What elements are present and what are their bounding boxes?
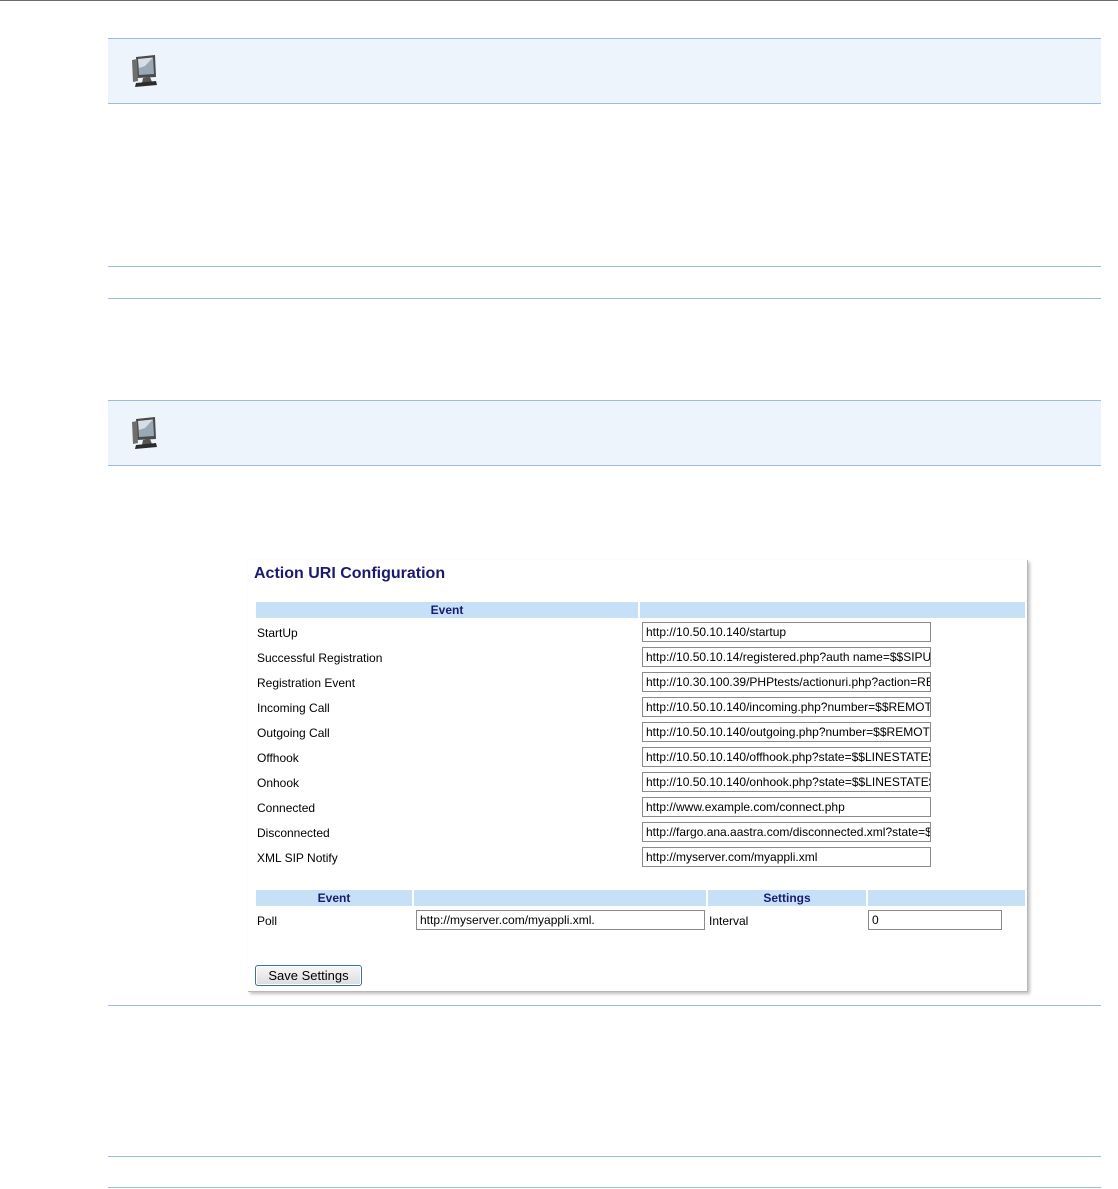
note-banner xyxy=(108,38,1101,104)
event-label-onhook: Onhook xyxy=(257,776,300,790)
value-column-header xyxy=(640,602,1025,618)
outgoing-call-uri-input[interactable]: http://10.50.10.140/outgoing.php?number=… xyxy=(642,722,931,742)
event-column-header: Event xyxy=(256,602,638,618)
note-banner xyxy=(108,400,1101,466)
divider-rule xyxy=(108,1156,1101,1157)
disconnected-uri-input[interactable]: http://fargo.ana.aastra.com/disconnected… xyxy=(642,822,931,842)
computer-monitor-icon xyxy=(132,417,157,449)
settings-value-header xyxy=(868,890,1025,906)
save-settings-button[interactable]: Save Settings xyxy=(255,965,362,986)
startup-uri-input[interactable]: http://10.50.10.140/startup xyxy=(642,622,931,642)
onhook-uri-input[interactable]: http://10.50.10.140/onhook.php?state=$$L… xyxy=(642,772,931,792)
offhook-uri-input[interactable]: http://10.50.10.140/offhook.php?state=$$… xyxy=(642,747,931,767)
connected-uri-input[interactable]: http://www.example.com/connect.php xyxy=(642,797,931,817)
action-uri-panel: Action URI Configuration Event StartUp h… xyxy=(248,560,1028,992)
xml-sip-notify-uri-input[interactable]: http://myserver.com/myappli.xml xyxy=(642,847,931,867)
event-label-registration-event: Registration Event xyxy=(257,676,356,690)
event-label-incoming-call: Incoming Call xyxy=(257,701,330,715)
poll-uri-input[interactable]: http://myserver.com/myappli.xml. xyxy=(416,910,705,930)
panel-title: Action URI Configuration xyxy=(254,565,446,582)
event-label-xml-sip-notify: XML SIP Notify xyxy=(257,851,338,865)
divider-rule xyxy=(108,266,1101,267)
divider-rule xyxy=(108,1005,1101,1006)
event-label-offhook: Offhook xyxy=(257,751,299,765)
event-label-connected: Connected xyxy=(257,801,316,815)
divider-rule xyxy=(108,298,1101,299)
poll-value-header xyxy=(414,890,706,906)
poll-label: Poll xyxy=(257,914,278,928)
computer-monitor-icon xyxy=(132,55,157,87)
successful-registration-uri-input[interactable]: http://10.50.10.14/registered.php?auth n… xyxy=(642,647,931,667)
incoming-call-uri-input[interactable]: http://10.50.10.140/incoming.php?number=… xyxy=(642,697,931,717)
event-label-outgoing-call: Outgoing Call xyxy=(257,726,330,740)
top-rule xyxy=(0,0,1118,1)
settings-header: Settings xyxy=(708,890,866,906)
event-label-startup: StartUp xyxy=(257,626,298,640)
interval-input[interactable]: 0 xyxy=(868,910,1002,930)
event-label-successful-registration: Successful Registration xyxy=(257,651,383,665)
divider-rule xyxy=(108,1187,1101,1188)
poll-event-header: Event xyxy=(256,890,412,906)
interval-label: Interval xyxy=(709,914,749,928)
event-label-disconnected: Disconnected xyxy=(257,826,330,840)
registration-event-uri-input[interactable]: http://10.30.100.39/PHPtests/actionuri.p… xyxy=(642,672,931,692)
